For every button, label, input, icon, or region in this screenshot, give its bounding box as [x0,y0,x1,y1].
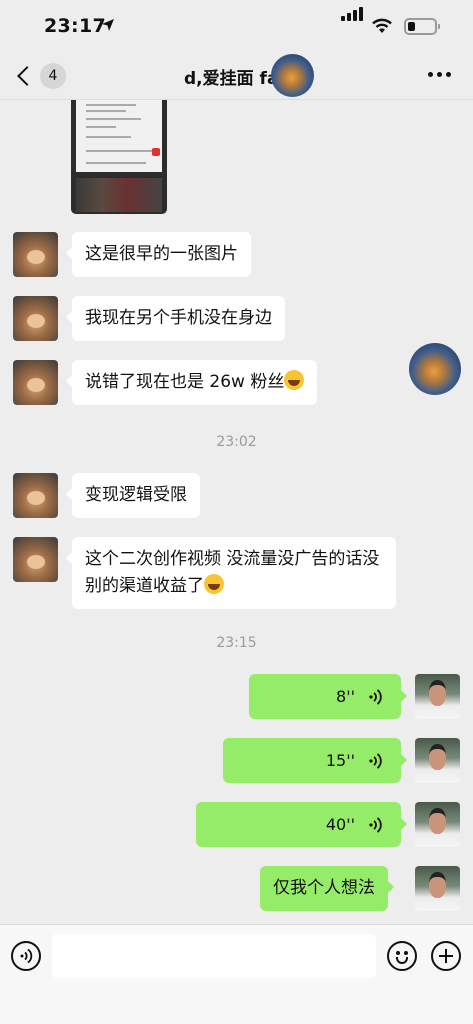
message-bubble[interactable]: 这个二次创作视频 没流量没广告的话没别的渠道收益了 [66,537,396,609]
message-bubble[interactable]: 我现在另个手机没在身边 [66,296,285,341]
voice-duration: 8'' [336,687,355,706]
timestamp: 23:15 [216,635,257,651]
chevron-left-icon [17,66,37,86]
unread-count-badge: 4 [40,63,66,89]
voice-message[interactable]: 40'' [196,802,407,847]
message-text: 变现逻辑受限 [85,485,187,505]
message-text: 这是很早的一张图片 [85,244,238,264]
message-bubble[interactable]: 说错了现在也是 26w 粉丝 [65,360,318,405]
message-text: 仅我个人想法 [273,878,375,898]
chat-header: 4 d,爱挂面 fa [0,52,473,100]
laugh-cry-emoji-icon [284,370,305,390]
contact-avatar[interactable] [13,473,58,518]
message-text: 我现在另个手机没在身边 [85,308,272,328]
voice-duration: 15'' [325,751,355,770]
more-options-button[interactable] [428,72,451,77]
more-actions-button[interactable] [431,941,461,971]
contact-avatar[interactable] [13,537,58,582]
chat-title-avatar [271,54,314,97]
my-avatar[interactable] [415,738,460,783]
voice-input-button[interactable] [11,941,41,971]
back-button[interactable]: 4 [14,62,66,90]
contact-avatar[interactable] [13,296,58,341]
image-message[interactable] [71,100,167,214]
message-bubble[interactable]: 变现逻辑受限 [66,473,200,518]
status-time: 23:17 [44,15,106,37]
timestamp: 23:02 [216,434,257,450]
voice-wave-icon [369,816,382,833]
dot-icon [428,72,433,77]
voice-duration: 40'' [325,815,355,834]
my-avatar[interactable] [415,802,460,847]
message-input[interactable] [52,934,376,978]
location-arrow-icon [102,19,114,31]
battery-icon [404,18,440,35]
voice-wave-icon [369,752,382,769]
laugh-cry-emoji-icon [204,574,224,594]
message-text: 这个二次创作视频 没流量没广告的话没别的渠道收益了 [85,549,380,596]
member-avatar[interactable] [409,343,461,395]
voice-wave-icon [369,688,382,705]
message-bubble[interactable]: 这是很早的一张图片 [66,232,251,277]
my-avatar[interactable] [415,674,460,719]
screenshot-thumbnail [76,100,162,172]
smile-icon [396,957,408,964]
my-avatar[interactable] [415,866,460,911]
status-bar: 23:17 [0,0,473,52]
emoji-button[interactable] [387,941,417,971]
voice-wave-icon [20,948,33,964]
contact-avatar[interactable] [13,360,58,405]
contact-avatar[interactable] [13,232,58,277]
dot-icon [446,72,451,77]
message-text: 说错了现在也是 26w 粉丝 [85,372,285,392]
chat-title[interactable]: d,爱挂面 fa [184,64,278,89]
dot-icon [437,72,442,77]
voice-message[interactable]: 15'' [223,738,407,783]
input-bar [0,924,473,1024]
voice-message[interactable]: 8'' [249,674,407,719]
video-thumbnails [76,178,162,212]
message-bubble[interactable]: 仅我个人想法 [260,866,394,911]
wifi-icon [372,18,392,33]
